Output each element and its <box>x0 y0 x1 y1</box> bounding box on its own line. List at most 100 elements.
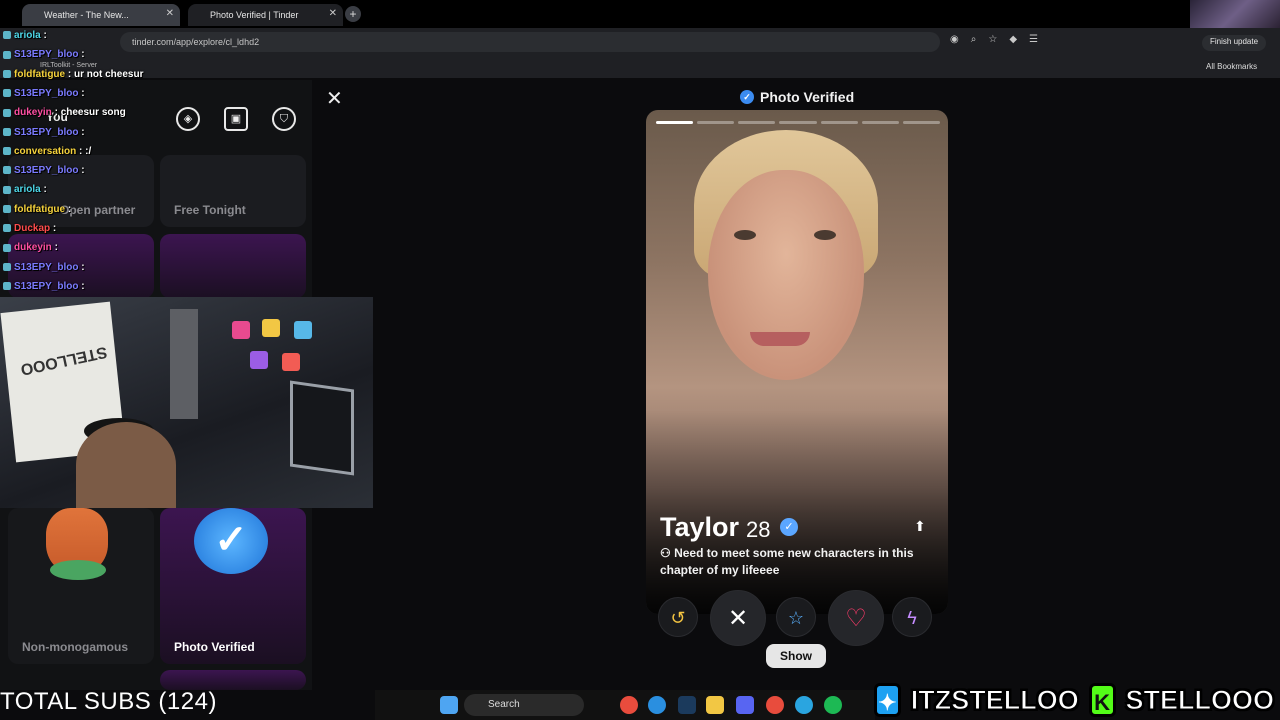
app-icon[interactable] <box>620 696 638 714</box>
spotify-icon[interactable] <box>824 696 842 714</box>
shield-icon[interactable]: ⛉ <box>272 107 296 131</box>
photo-progress-segment[interactable] <box>738 121 776 124</box>
zoom-icon[interactable]: ⌕ <box>971 34 977 45</box>
chat-badge-icon <box>3 205 11 214</box>
chat-badge-icon <box>3 166 11 175</box>
edge-icon[interactable] <box>648 696 666 714</box>
photo-eye <box>814 230 836 240</box>
chrome-icon[interactable] <box>766 696 784 714</box>
photo-progress <box>656 121 940 125</box>
chat-separator: : <box>50 223 57 234</box>
folder-icon[interactable] <box>706 696 724 714</box>
chat-message: foldfatigue : ur not cheesur <box>3 69 143 80</box>
photo-progress-segment[interactable] <box>861 121 899 124</box>
bookmark-star-icon[interactable]: ☆ <box>988 34 997 45</box>
new-tab-button[interactable]: + <box>345 6 361 22</box>
chat-separator: : <box>78 126 85 138</box>
social-handles: ✦ ITZSTELLOO K STELLOOO <box>874 680 1274 720</box>
chat-username[interactable]: ariola <box>14 184 41 195</box>
chat-separator: : <box>51 242 58 254</box>
card-label: Non-monogamous <box>22 640 128 654</box>
photo-face <box>708 170 864 380</box>
streamer <box>76 422 176 508</box>
boost-button[interactable]: ϟ <box>892 597 932 637</box>
photo-progress-segment[interactable] <box>902 121 940 124</box>
open-profile-icon[interactable]: ⬆ <box>914 518 926 535</box>
tab-tinder[interactable]: Photo Verified | Tinder ✕ <box>188 4 343 26</box>
all-bookmarks-button[interactable]: All Bookmarks <box>1206 62 1257 71</box>
finish-update-button[interactable]: Finish update <box>1202 35 1267 51</box>
chat-username[interactable]: Duckap <box>14 223 50 234</box>
chat-username[interactable]: foldfatigue <box>14 69 65 80</box>
briefcase-icon[interactable]: ▣ <box>224 107 248 131</box>
chat-separator: : <box>78 280 85 292</box>
chat-text: cheesur song <box>60 107 126 119</box>
steam-icon[interactable] <box>678 696 696 714</box>
chat-separator: : <box>65 203 72 215</box>
chat-separator: : <box>78 165 85 177</box>
card-free-tonight[interactable]: Free Tonight <box>160 155 306 227</box>
profile-bio: ⚇ Need to meet some new characters in th… <box>660 545 920 579</box>
chat-separator: : <box>65 68 74 80</box>
window-background-art <box>1190 0 1280 28</box>
card-label: Photo Verified <box>174 640 255 654</box>
chat-badge-icon <box>3 89 11 98</box>
kick-handle: STELLOOO <box>1125 684 1274 715</box>
chat-badge-icon <box>3 224 11 233</box>
close-tab-icon[interactable]: ✕ <box>166 8 174 19</box>
chat-username[interactable]: conversation <box>14 146 76 157</box>
tab-strip: Weather - The New... ✕ Photo Verified | … <box>0 0 1280 28</box>
chat-username[interactable]: dukeyin <box>14 242 52 253</box>
door <box>170 309 198 419</box>
rewind-button[interactable]: ↺ <box>658 597 698 637</box>
chat-separator: : <box>78 261 85 273</box>
telegram-icon[interactable] <box>795 696 813 714</box>
chat-username[interactable]: S13EPY_bloo <box>14 281 78 292</box>
address-bar-row: tinder.com/app/explore/cl_ldhd2 <box>0 28 1280 56</box>
page-title-text: Photo Verified <box>760 89 855 105</box>
bookmark-bar <box>0 56 1280 78</box>
chat-badge-icon <box>3 262 11 271</box>
chat-username[interactable]: foldfatigue <box>14 204 65 215</box>
chat-message: ariola : <box>3 30 47 41</box>
chat-username[interactable]: ariola <box>14 30 41 41</box>
total-subs-counter: TOTAL SUBS (124) <box>0 688 217 715</box>
chat-message: dukeyin : <box>3 242 58 253</box>
card-row-2b[interactable] <box>160 234 306 298</box>
photo-progress-segment[interactable] <box>820 121 858 124</box>
chat-message: Duckap : <box>3 223 56 234</box>
discord-icon[interactable] <box>736 696 754 714</box>
extension-icon[interactable]: ◆ <box>1009 34 1017 45</box>
chat-text: :/ <box>85 145 92 157</box>
tab-weather[interactable]: Weather - The New... ✕ <box>22 4 180 26</box>
chat-username[interactable]: dukeyin <box>14 107 52 118</box>
show-button[interactable]: Show <box>766 644 826 668</box>
close-tab-icon[interactable]: ✕ <box>329 8 337 19</box>
like-button[interactable]: ♡ <box>828 590 884 646</box>
chat-message: dukeyin : cheesur song <box>3 107 126 118</box>
bio-icon: ⚇ <box>660 546 675 560</box>
chat-message: S13EPY_bloo : <box>3 262 85 273</box>
photo-progress-segment[interactable] <box>779 121 817 124</box>
nope-button[interactable]: ✕ <box>710 590 766 646</box>
photo-progress-segment[interactable] <box>656 121 694 124</box>
chat-username[interactable]: S13EPY_bloo <box>14 88 78 99</box>
taskbar-search[interactable]: Search <box>464 694 584 716</box>
monitor <box>290 380 354 476</box>
tab-label: Weather - The New... <box>44 10 129 20</box>
windows-start-icon[interactable] <box>440 696 458 714</box>
close-icon[interactable]: ✕ <box>326 86 343 111</box>
chat-username[interactable]: S13EPY_bloo <box>14 165 78 176</box>
super-like-button[interactable]: ☆ <box>776 597 816 637</box>
location-icon[interactable]: ◉ <box>950 34 959 45</box>
url-field[interactable]: tinder.com/app/explore/cl_ldhd2 <box>120 32 940 52</box>
menu-icon[interactable]: ☰ <box>1029 34 1038 45</box>
wall-art <box>250 351 268 369</box>
card-row-4[interactable] <box>160 670 306 690</box>
chat-username[interactable]: S13EPY_bloo <box>14 262 78 273</box>
photo-progress-segment[interactable] <box>697 121 735 124</box>
compass-icon[interactable]: ◈ <box>176 107 200 131</box>
chat-username[interactable]: S13EPY_bloo <box>14 49 78 60</box>
twitter-icon: ✦ <box>874 683 901 717</box>
chat-username[interactable]: S13EPY_bloo <box>14 127 78 138</box>
